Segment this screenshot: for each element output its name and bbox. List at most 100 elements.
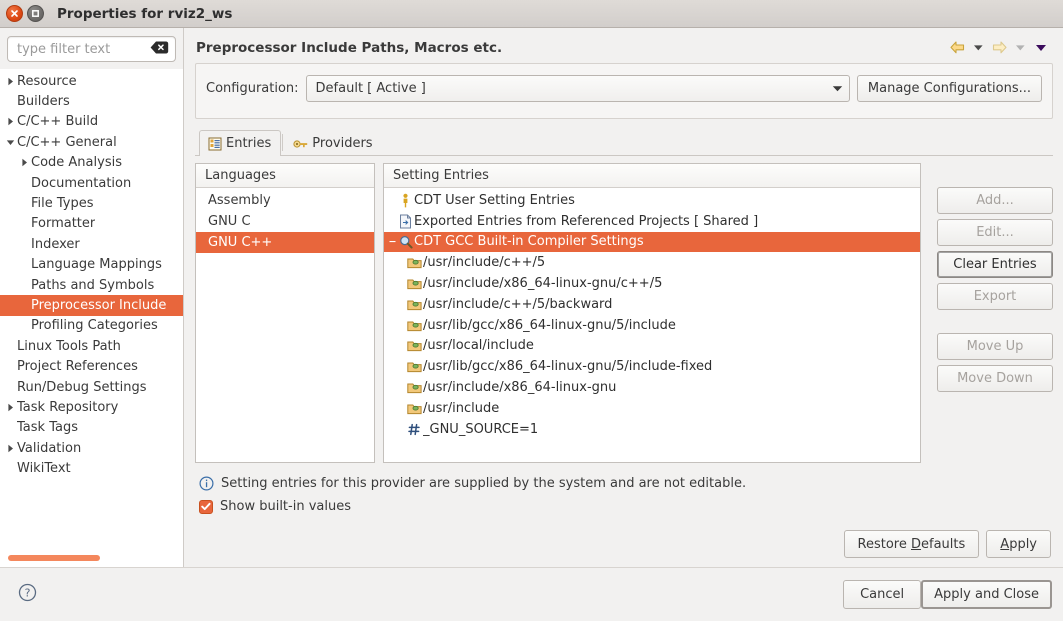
chevron-right-icon[interactable] bbox=[4, 77, 17, 86]
sidebar-item-indexer[interactable]: Indexer bbox=[0, 234, 183, 254]
sidebar-item-code-analysis[interactable]: Code Analysis bbox=[0, 153, 183, 173]
back-dropdown-icon[interactable] bbox=[968, 38, 988, 57]
chevron-right-icon[interactable] bbox=[4, 117, 17, 126]
setting-entry-row[interactable]: CDT GCC Built-in Compiler Settings bbox=[384, 232, 920, 253]
setting-entry-row[interactable]: /usr/local/include bbox=[384, 336, 920, 357]
view-menu-icon[interactable] bbox=[1031, 38, 1051, 57]
filter-area: type filter text bbox=[0, 28, 183, 69]
language-item[interactable]: Assembly bbox=[196, 190, 374, 211]
sidebar-item-task-repository[interactable]: Task Repository bbox=[0, 397, 183, 417]
sidebar-item-label: Project References bbox=[17, 359, 138, 374]
clear-icon[interactable] bbox=[150, 41, 169, 58]
folder-icon bbox=[406, 256, 423, 269]
clear-entries-button[interactable]: Clear Entries bbox=[937, 251, 1053, 278]
sidebar-item-label: Builders bbox=[17, 94, 70, 109]
setting-entry-row[interactable]: /usr/include/x86_64-linux-gnu/c++/5 bbox=[384, 273, 920, 294]
show-builtin-values-row[interactable]: Show built-in values bbox=[199, 495, 1051, 518]
restore-defaults-button[interactable]: Restore Defaults bbox=[844, 530, 980, 558]
sidebar-item-label: Code Analysis bbox=[31, 155, 122, 170]
languages-panel: Languages AssemblyGNU CGNU C++ bbox=[195, 163, 375, 463]
providers-key-icon bbox=[293, 138, 308, 150]
restore-defaults-pre: Restore bbox=[858, 537, 911, 552]
setting-entry-row[interactable]: /usr/include/c++/5/backward bbox=[384, 294, 920, 315]
language-item[interactable]: GNU C++ bbox=[196, 232, 374, 253]
move-down-button: Move Down bbox=[937, 365, 1053, 392]
sidebar-item-project-references[interactable]: Project References bbox=[0, 356, 183, 376]
chevron-down-icon[interactable] bbox=[832, 81, 843, 96]
sidebar-item-task-tags[interactable]: Task Tags bbox=[0, 418, 183, 438]
sidebar-item-linux-tools-path[interactable]: Linux Tools Path bbox=[0, 336, 183, 356]
setting-entry-row[interactable]: Exported Entries from Referenced Project… bbox=[384, 211, 920, 232]
tab-separator bbox=[282, 134, 283, 151]
setting-entry-row[interactable]: /usr/lib/gcc/x86_64-linux-gnu/5/include-… bbox=[384, 356, 920, 377]
setting-entry-row[interactable]: /usr/include bbox=[384, 398, 920, 419]
forward-dropdown-icon bbox=[1010, 38, 1030, 57]
search-input[interactable]: type filter text bbox=[17, 42, 150, 57]
language-item[interactable]: GNU C bbox=[196, 211, 374, 232]
sidebar-horizontal-scrollbar[interactable] bbox=[0, 551, 182, 567]
apply-and-close-button[interactable]: Apply and Close bbox=[921, 580, 1052, 609]
configuration-value: Default [ Active ] bbox=[316, 81, 832, 96]
configuration-select[interactable]: Default [ Active ] bbox=[306, 75, 850, 102]
sidebar-item-label: C/C++ Build bbox=[17, 114, 98, 129]
chevron-right-icon[interactable] bbox=[18, 158, 31, 167]
languages-list[interactable]: AssemblyGNU C GNU C++ bbox=[196, 188, 374, 462]
back-arrow-icon[interactable] bbox=[947, 38, 967, 57]
info-icon bbox=[199, 476, 214, 491]
maximize-icon[interactable] bbox=[27, 5, 44, 22]
scrollbar-thumb[interactable] bbox=[8, 555, 100, 561]
cancel-button[interactable]: Cancel bbox=[843, 580, 921, 609]
settings-tree[interactable]: Resource Builders C/C++ Build C/C++ General… bbox=[0, 69, 183, 567]
folder-icon bbox=[406, 339, 423, 352]
sidebar-item-run-debug-settings[interactable]: Run/Debug Settings bbox=[0, 377, 183, 397]
tab-entries[interactable]: Entries bbox=[199, 130, 281, 156]
chevron-right-icon[interactable] bbox=[4, 403, 17, 412]
window-titlebar: Properties for rviz2_ws bbox=[0, 0, 1063, 28]
setting-entry-row[interactable]: CDT User Setting Entries bbox=[384, 190, 920, 211]
close-icon[interactable] bbox=[6, 5, 23, 22]
chevron-right-icon[interactable] bbox=[4, 444, 17, 453]
setting-entry-label: /usr/include/x86_64-linux-gnu/c++/5 bbox=[423, 276, 662, 291]
sidebar-item-wikitext[interactable]: WikiText bbox=[0, 458, 183, 478]
sidebar-item-label: Documentation bbox=[31, 176, 131, 191]
sidebar-item-paths-and-symbols[interactable]: Paths and Symbols bbox=[0, 275, 183, 295]
sidebar-item-file-types[interactable]: File Types bbox=[0, 193, 183, 213]
sidebar-item-preprocessor-include[interactable]: Preprocessor Include bbox=[0, 295, 183, 315]
folder-icon bbox=[406, 298, 423, 311]
tab-providers[interactable]: Providers bbox=[284, 130, 382, 156]
tab-strip: Entries Providers bbox=[195, 129, 1053, 156]
sidebar-item-validation[interactable]: Validation bbox=[0, 438, 183, 458]
sidebar-item-builders[interactable]: Builders bbox=[0, 91, 183, 111]
restore-defaults-mnemonic: D bbox=[911, 537, 921, 552]
sidebar-item-documentation[interactable]: Documentation bbox=[0, 173, 183, 193]
language-item-label: GNU C++ bbox=[208, 235, 272, 250]
tab-entries-label: Entries bbox=[226, 136, 271, 151]
manage-configurations-button[interactable]: Manage Configurations... bbox=[857, 75, 1042, 102]
setting-entry-row[interactable]: /usr/include/x86_64-linux-gnu bbox=[384, 377, 920, 398]
sidebar-item-formatter[interactable]: Formatter bbox=[0, 214, 183, 234]
apply-button[interactable]: Apply bbox=[986, 530, 1051, 558]
chevron-down-icon[interactable] bbox=[4, 138, 17, 147]
sidebar-item-label: Formatter bbox=[31, 216, 95, 231]
page-action-buttons: Restore Defaults Apply bbox=[195, 518, 1053, 567]
dialog-footer: ? Cancel Apply and Close bbox=[0, 567, 1063, 621]
setting-entries-list[interactable]: CDT User Setting EntriesExported Entries… bbox=[384, 188, 920, 462]
sidebar-item-label: C/C++ General bbox=[17, 135, 117, 150]
setting-entry-row[interactable]: /usr/lib/gcc/x86_64-linux-gnu/5/include bbox=[384, 315, 920, 336]
setting-entry-label: _GNU_SOURCE=1 bbox=[423, 422, 538, 437]
help-icon[interactable]: ? bbox=[18, 583, 37, 606]
sidebar-item-profiling-categories[interactable]: Profiling Categories bbox=[0, 316, 183, 336]
sidebar-item-resource[interactable]: Resource bbox=[0, 71, 183, 91]
setting-entry-row[interactable]: /usr/include/c++/5 bbox=[384, 252, 920, 273]
sidebar-item-c-c-general[interactable]: C/C++ General bbox=[0, 132, 183, 152]
show-builtin-values-checkbox[interactable] bbox=[199, 500, 213, 514]
setting-entry-label: /usr/lib/gcc/x86_64-linux-gnu/5/include bbox=[423, 318, 676, 333]
setting-entries-panel: Setting Entries CDT User Setting Entries… bbox=[383, 163, 921, 463]
filter-box[interactable]: type filter text bbox=[7, 36, 176, 62]
export-doc-icon bbox=[397, 214, 414, 229]
chevron-down-icon[interactable] bbox=[388, 238, 397, 245]
sidebar-item-language-mappings[interactable]: Language Mappings bbox=[0, 255, 183, 275]
sidebar-item-c-c-build[interactable]: C/C++ Build bbox=[0, 112, 183, 132]
sidebar-item-label: Validation bbox=[17, 441, 81, 456]
setting-entry-row[interactable]: _GNU_SOURCE=1 bbox=[384, 419, 920, 440]
